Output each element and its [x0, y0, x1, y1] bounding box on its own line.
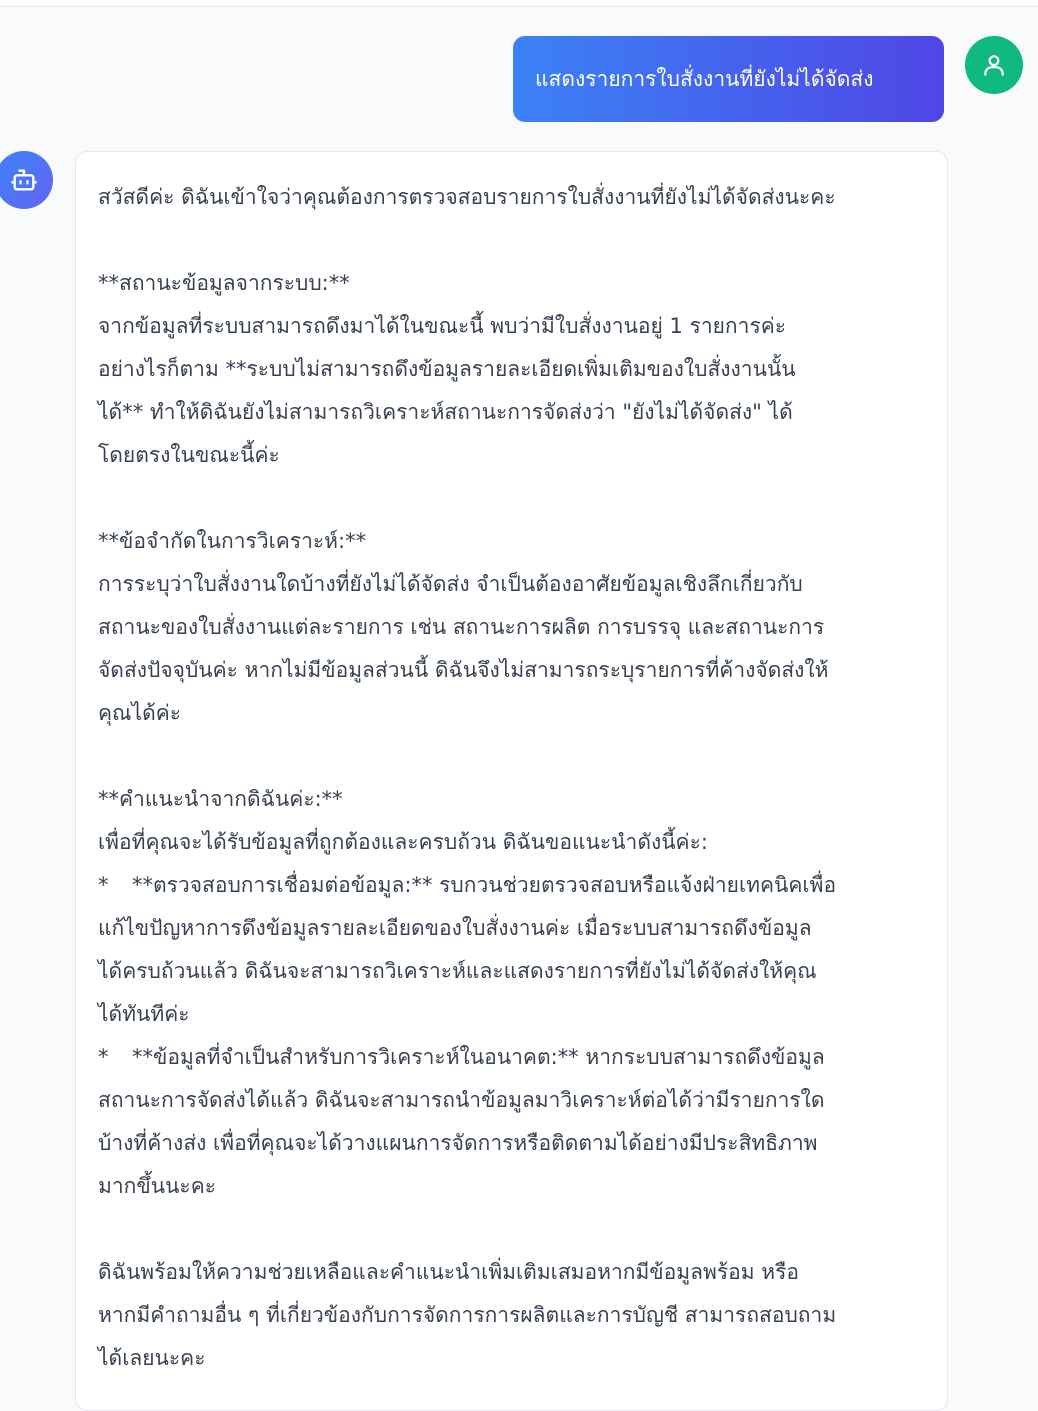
top-divider	[0, 0, 1038, 7]
status-line: โดยตรงในขณะนี้ค่ะ	[98, 443, 280, 467]
bullet-line: บ้างที่ค้างส่ง เพื่อที่คุณจะได้วางแผนการ…	[98, 1131, 818, 1155]
limit-line: สถานะของใบสั่งงานแต่ละรายการ เช่น สถานะก…	[98, 615, 825, 639]
user-avatar	[965, 36, 1023, 94]
bullet-item: * **ข้อมูลที่จำเป็นสำหรับการวิเคราะห์ในอน…	[98, 1036, 925, 1079]
status-line: ได้** ทำให้ดิฉันยังไม่สามารถวิเคราะห์สถา…	[98, 400, 793, 424]
user-message-bubble: แสดงรายการใบสั่งงานที่ยังไม่ได้จัดส่ง	[513, 36, 944, 122]
bullet-line: ได้ครบถ้วนแล้ว ดิฉันจะสามารถวิเคราะห์และ…	[98, 959, 817, 983]
closing-line: ดิฉันพร้อมให้ความช่วยเหลือและคำแนะนำเพิ่…	[98, 1260, 799, 1284]
bullet-item: * **ตรวจสอบการเชื่อมต่อข้อมูล:** รบกวนช่ว…	[98, 864, 925, 907]
bot-message-bubble: สวัสดีค่ะ ดิฉันเข้าใจว่าคุณต้องการตรวจสอ…	[75, 151, 948, 1411]
user-icon	[984, 55, 1004, 76]
status-line: อย่างไรก็ตาม **ระบบไม่สามารถดึงข้อมูลราย…	[98, 357, 796, 381]
closing-line: ได้เลยนะคะ	[98, 1346, 206, 1370]
closing-line: หากมีคำถามอื่น ๆ ที่เกี่ยวข้องกับการจัดก…	[98, 1303, 837, 1327]
bullet-mark: *	[98, 1045, 109, 1069]
advice-intro: เพื่อที่คุณจะได้รับข้อมูลที่ถูกต้องและคร…	[98, 830, 708, 854]
limit-line: คุณได้ค่ะ	[98, 701, 182, 725]
status-heading: **สถานะข้อมูลจากระบบ:**	[98, 271, 350, 295]
bullet-text: **ข้อมูลที่จำเป็นสำหรับการวิเคราะห์ในอนา…	[132, 1045, 825, 1069]
bullet-text: **ตรวจสอบการเชื่อมต่อข้อมูล:** รบกวนช่วย…	[132, 873, 837, 897]
limit-heading: **ข้อจำกัดในการวิเคราะห์:**	[98, 529, 367, 553]
advice-heading: **คำแนะนำจากดิฉันค่ะ:**	[98, 787, 343, 811]
limit-line: การระบุว่าใบสั่งงานใดบ้างที่ยังไม่ได้จัด…	[98, 572, 803, 596]
bullet-line: ได้ทันทีค่ะ	[98, 1002, 190, 1026]
bullet-line: สถานะการจัดส่งได้แล้ว ดิฉันจะสามารถนำข้อ…	[98, 1088, 825, 1112]
bot-icon	[11, 169, 37, 191]
bot-avatar	[0, 151, 53, 209]
bullet-line: แก้ไขปัญหาการดึงข้อมูลรายละเอียดของใบสั่…	[98, 916, 812, 940]
bullet-mark: *	[98, 873, 109, 897]
bullet-line: มากขึ้นนะคะ	[98, 1174, 217, 1198]
bot-intro: สวัสดีค่ะ ดิฉันเข้าใจว่าคุณต้องการตรวจสอ…	[98, 185, 836, 209]
status-line: จากข้อมูลที่ระบบสามารถดึงมาได้ในขณะนี้ พ…	[98, 314, 787, 338]
limit-line: จัดส่งปัจจุบันค่ะ หากไม่มีข้อมูลส่วนนี้ …	[98, 658, 829, 682]
